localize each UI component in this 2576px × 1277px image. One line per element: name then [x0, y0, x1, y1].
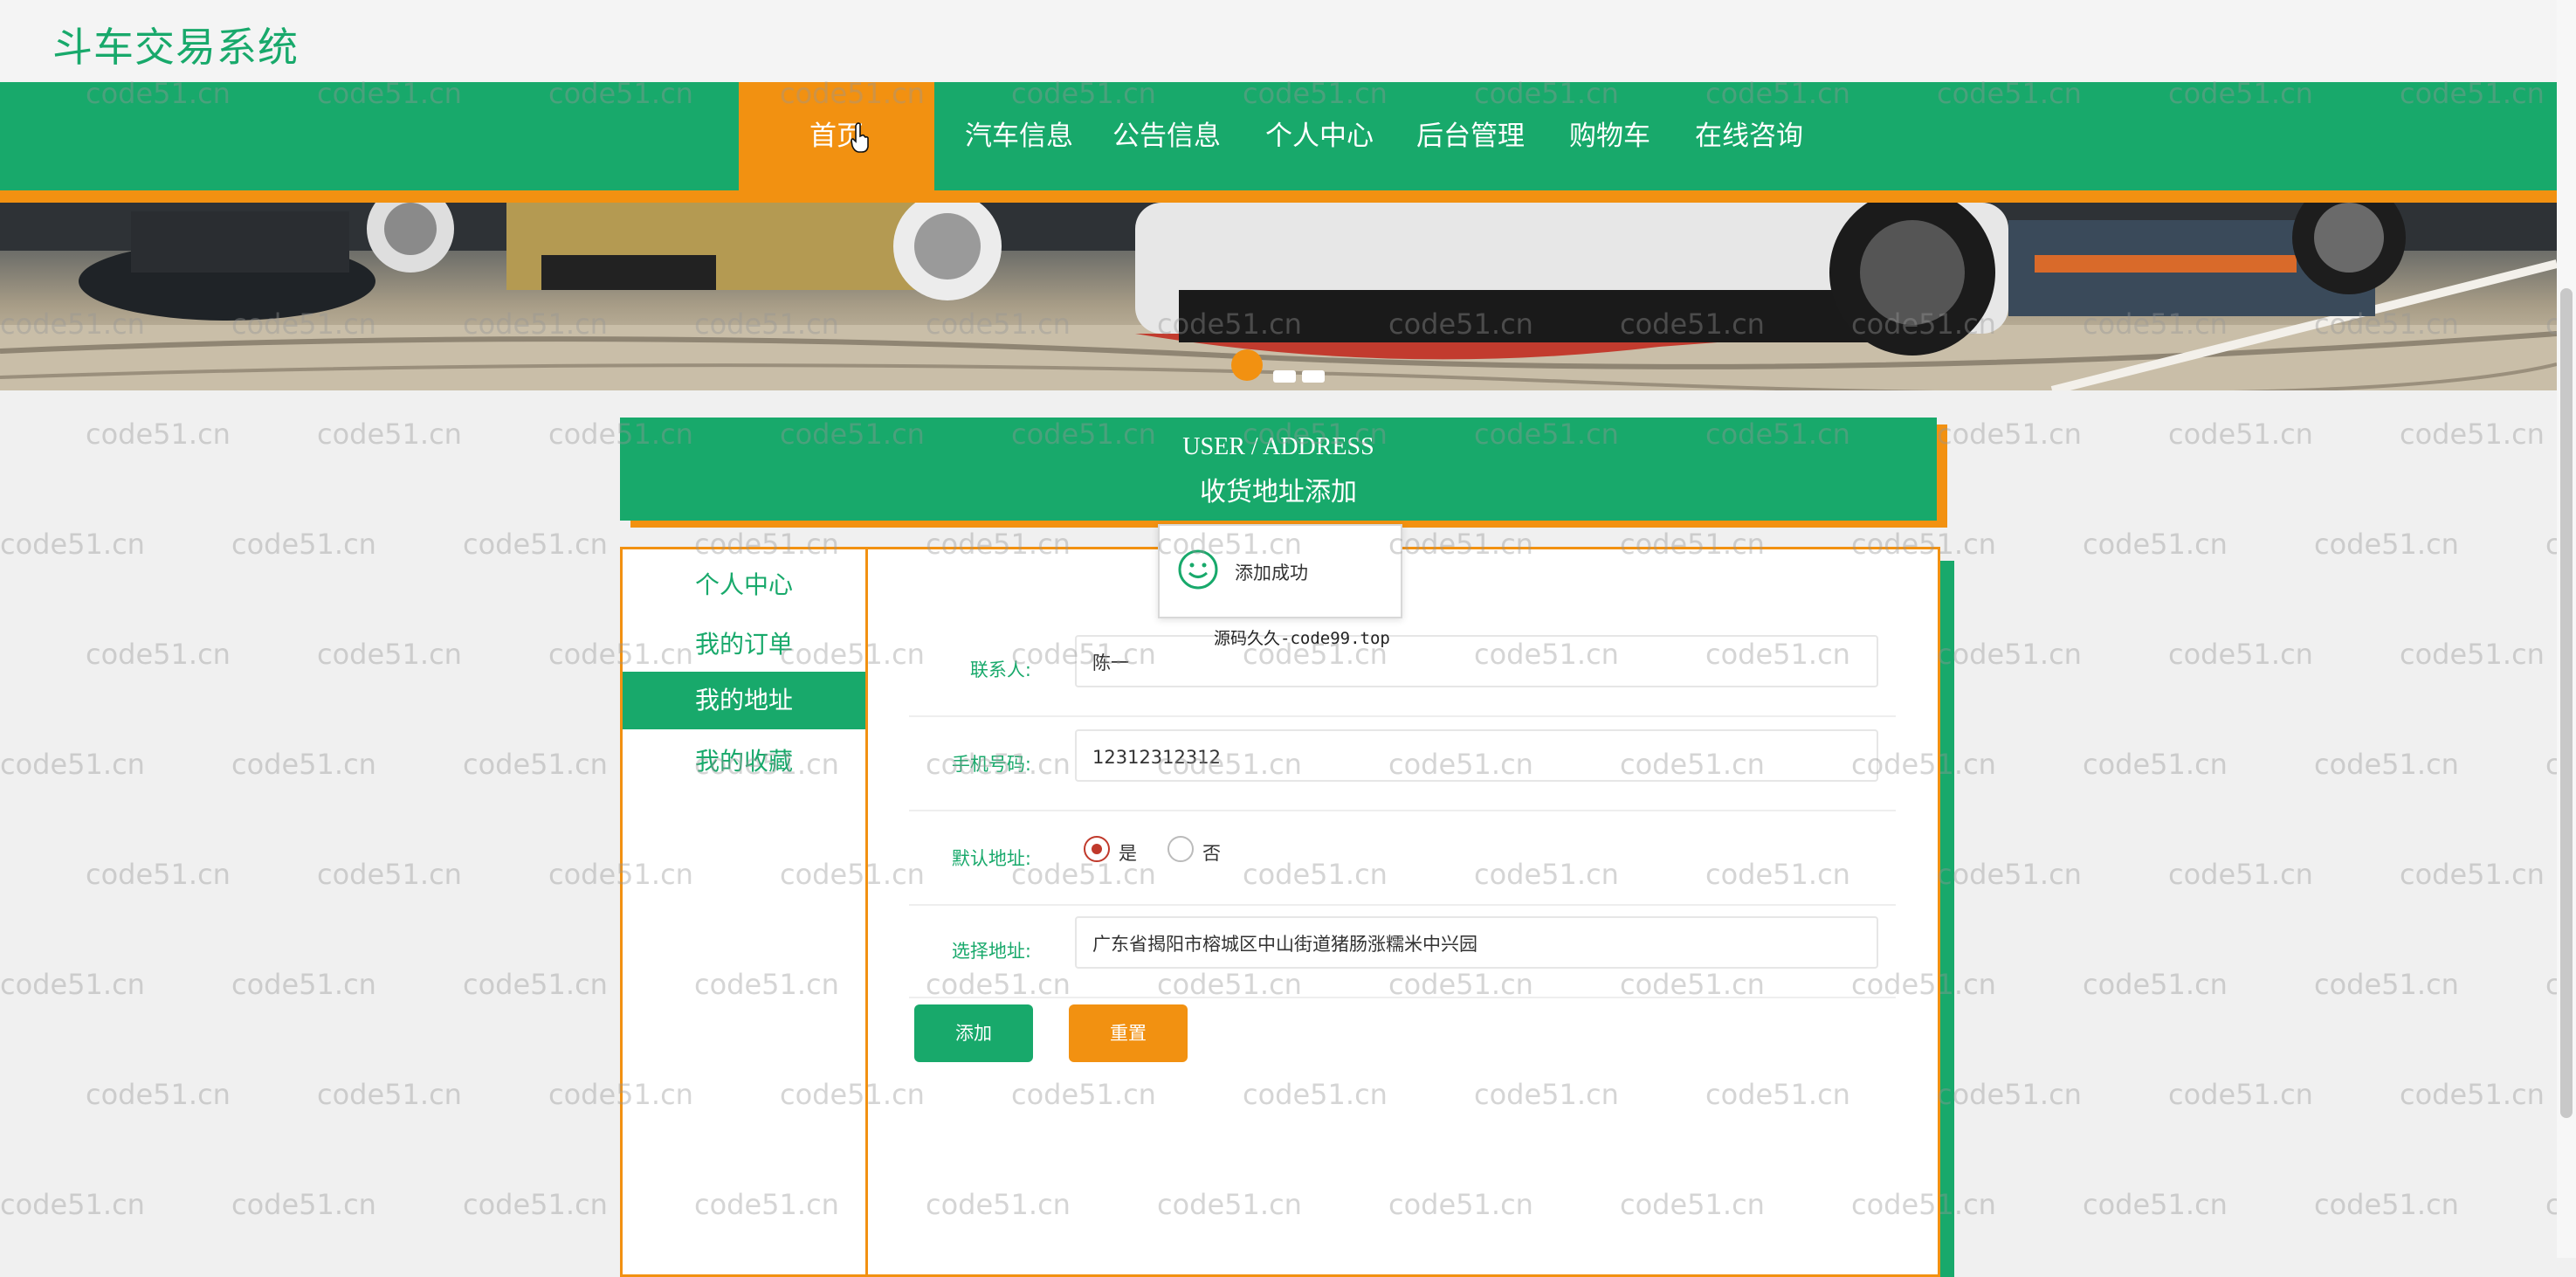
race-cars-image	[0, 203, 2557, 390]
toast-message: 添加成功	[1235, 563, 1308, 583]
watermark-text: code51.cn	[231, 528, 376, 561]
watermark-text: code51.cn	[2168, 638, 2313, 671]
watermark-text: code51.cn	[317, 858, 462, 891]
default-address-row: 默认地址: 是 否	[909, 813, 1896, 906]
watermark-text: code51.cn	[317, 1078, 462, 1111]
watermark-text: code51.cn	[0, 528, 145, 561]
address-label: 选择地址:	[951, 941, 1031, 962]
section-header: USER / ADDRESS 收货地址添加	[620, 418, 1937, 521]
contact-row: 联系人: 陈一	[909, 625, 1896, 717]
default-address-label: 默认地址:	[951, 848, 1031, 869]
nav-online-consult[interactable]: 在线咨询	[1695, 82, 1803, 190]
watermark-text: code51.cn	[0, 1188, 145, 1221]
sidebar-item-personal-center[interactable]: 个人中心	[623, 556, 865, 614]
scrollbar-thumb[interactable]	[2560, 288, 2573, 1118]
watermark-text: code51.cn	[1937, 638, 2082, 671]
nav-cart[interactable]: 购物车	[1569, 82, 1650, 190]
watermark-text: code51.cn	[86, 1078, 231, 1111]
watermark-text: code51.cn	[2314, 968, 2459, 1001]
watermark-text: code51.cn	[231, 968, 376, 1001]
main-nav: 首页 汽车信息 公告信息 个人中心 后台管理 购物车 在线咨询	[0, 82, 2557, 203]
section-title-cn: 收货地址添加	[1200, 477, 1357, 507]
watermark-text: code51.cn	[0, 748, 145, 781]
watermark-text: code51.cn	[1937, 1078, 2082, 1111]
watermark-text: code51.cn	[231, 748, 376, 781]
watermark-text: code51.cn	[2400, 638, 2545, 671]
smile-icon	[1178, 549, 1218, 590]
watermark-text: code51.cn	[1937, 418, 2082, 451]
watermark-text: code51.cn	[231, 1188, 376, 1221]
site-title[interactable]: 斗车交易系统	[52, 16, 299, 73]
watermark-text: code51.cn	[2314, 748, 2459, 781]
watermark-text: code51.cn	[2168, 1078, 2313, 1111]
carousel-dot-1[interactable]	[1231, 349, 1263, 381]
page-scrollbar[interactable]	[2557, 0, 2576, 1258]
watermark-text: code51.cn	[2083, 528, 2228, 561]
contact-input[interactable]: 陈一	[1075, 635, 1878, 687]
watermark-text: code51.cn	[2400, 858, 2545, 891]
default-yes-label[interactable]: 是	[1119, 839, 1137, 866]
hand-cursor-icon	[851, 122, 869, 153]
watermark-text: code51.cn	[2400, 418, 2545, 451]
watermark-text: code51.cn	[463, 1188, 608, 1221]
sidebar-item-my-orders[interactable]: 我的订单	[623, 616, 865, 673]
watermark-text: code51.cn	[463, 748, 608, 781]
carousel-dot-2[interactable]	[1273, 370, 1296, 383]
watermark-text: code51.cn	[2083, 748, 2228, 781]
watermark-text: code51.cn	[317, 638, 462, 671]
default-yes-radio[interactable]	[1084, 836, 1110, 862]
hero-banner	[0, 203, 2557, 390]
watermark-text: code51.cn	[317, 418, 462, 451]
watermark-text: code51.cn	[2083, 1188, 2228, 1221]
top-bar: 斗车交易系统	[0, 0, 2576, 82]
sidebar-item-my-favorites[interactable]: 我的收藏	[623, 733, 865, 790]
default-no-radio[interactable]	[1167, 836, 1194, 862]
watermark-text: code51.cn	[86, 418, 231, 451]
reset-button[interactable]: 重置	[1069, 1004, 1188, 1062]
contact-label: 联系人:	[969, 659, 1031, 680]
watermark-text: code51.cn	[2168, 858, 2313, 891]
content-panel: 个人中心 我的订单 我的地址 我的收藏 联系人: 陈一 手机号码: 123123…	[620, 547, 1940, 1277]
phone-row: 手机号码: 12312312312	[909, 719, 1896, 811]
watermark-text: code51.cn	[86, 858, 231, 891]
default-no-label[interactable]: 否	[1202, 839, 1221, 866]
watermark-text: code51.cn	[2314, 1188, 2459, 1221]
nav-announcements[interactable]: 公告信息	[1112, 82, 1221, 190]
watermark-text: code51.cn	[2083, 968, 2228, 1001]
carousel-dot-3[interactable]	[1302, 370, 1325, 383]
phone-input[interactable]: 12312312312	[1075, 729, 1878, 782]
watermark-text: code51.cn	[463, 528, 608, 561]
success-toast: 添加成功	[1158, 524, 1402, 618]
user-sidebar: 个人中心 我的订单 我的地址 我的收藏	[623, 549, 868, 1274]
watermark-text: code51.cn	[2314, 528, 2459, 561]
nav-admin[interactable]: 后台管理	[1416, 82, 1525, 190]
nav-car-info[interactable]: 汽车信息	[965, 82, 1073, 190]
nav-home[interactable]: 首页	[739, 82, 934, 190]
watermark-text: code51.cn	[0, 968, 145, 1001]
add-button[interactable]: 添加	[914, 1004, 1033, 1062]
watermark-text: code51.cn	[1937, 858, 2082, 891]
overlay-watermark-text: 源码久久-code99.top	[1214, 629, 1390, 648]
address-select-input[interactable]: 广东省揭阳市榕城区中山街道猪肠涨糯米中兴园	[1075, 916, 1878, 969]
nav-personal-center[interactable]: 个人中心	[1265, 82, 1374, 190]
watermark-text: code51.cn	[86, 638, 231, 671]
watermark-text: code51.cn	[2400, 1078, 2545, 1111]
address-row: 选择地址: 广东省揭阳市榕城区中山街道猪肠涨糯米中兴园	[909, 906, 1896, 998]
watermark-text: code51.cn	[463, 968, 608, 1001]
watermark-text: code51.cn	[2168, 418, 2313, 451]
phone-label: 手机号码:	[951, 754, 1031, 775]
sidebar-item-my-address[interactable]: 我的地址	[623, 672, 865, 729]
section-title-en: USER / ADDRESS	[1182, 433, 1374, 460]
